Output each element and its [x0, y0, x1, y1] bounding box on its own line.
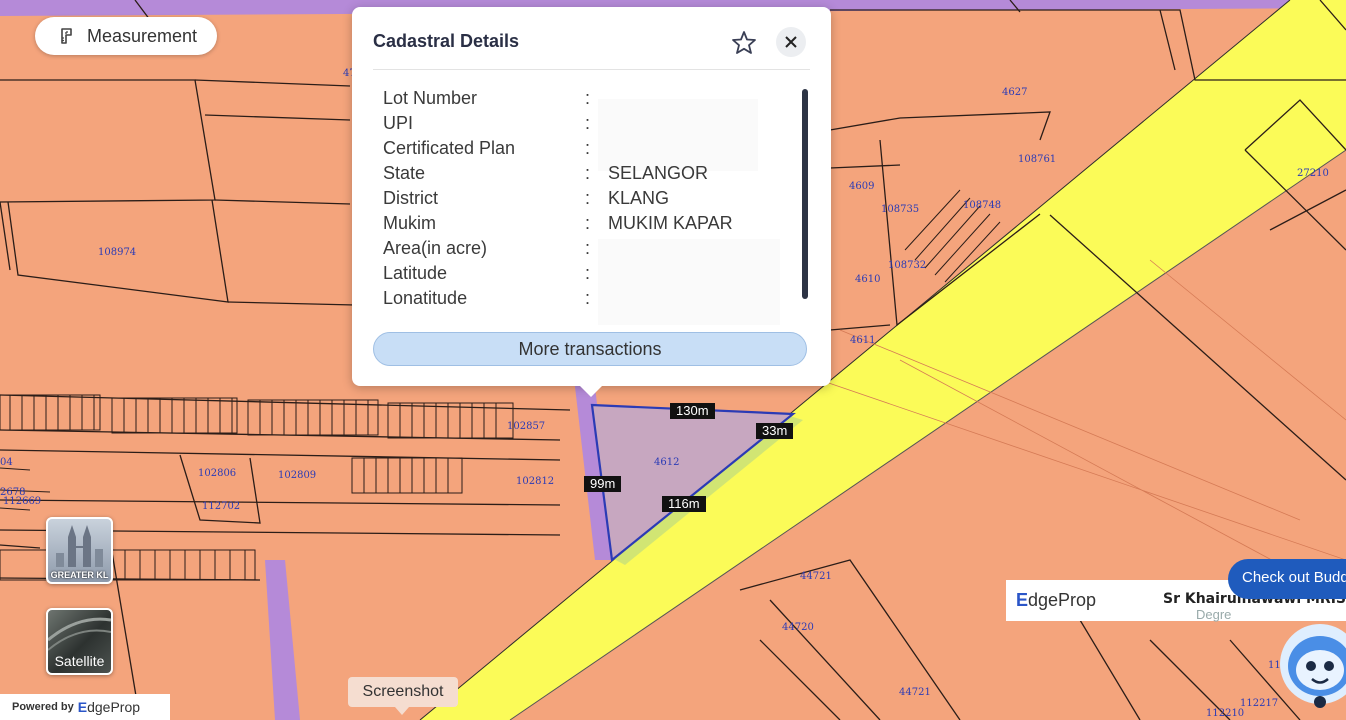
measurement-button[interactable]: Measurement	[35, 17, 217, 55]
lot-label: 108735	[881, 204, 919, 215]
detail-key: State	[383, 163, 426, 183]
lot-label: 108761	[1018, 154, 1056, 165]
lot-label: 44721	[800, 571, 832, 582]
lot-label: 4610	[855, 274, 880, 285]
redacted-values-block	[598, 239, 780, 325]
twin-towers-icon	[56, 525, 103, 567]
lot-label: 108974	[98, 247, 136, 258]
detail-separator: :	[585, 263, 591, 283]
detail-key: Certificated Plan	[383, 138, 516, 158]
detail-separator: :	[585, 138, 591, 158]
popup-title: Cadastral Details	[373, 31, 520, 51]
edgeprop-logo: EdgeProp	[1016, 590, 1097, 610]
dimension-label-bottom: 116m	[662, 496, 706, 512]
detail-key: Lonatitude	[383, 288, 468, 308]
detail-separator: :	[585, 163, 591, 183]
detail-key: Mukim	[383, 213, 436, 233]
lot-label: 112702	[202, 501, 240, 512]
lot-label: 112210	[1206, 708, 1244, 719]
lot-label: 44721	[899, 687, 931, 698]
detail-value: KLANG	[608, 188, 670, 208]
cadastral-details-popup: Cadastral Details Lot Number : UPI : Cer…	[352, 7, 831, 397]
lot-label: 108748	[963, 200, 1001, 211]
screenshot-button[interactable]: Screenshot	[348, 677, 458, 715]
lot-label: 04	[0, 457, 13, 468]
lot-label: 4612	[654, 457, 679, 468]
lot-label: 27210	[1297, 168, 1329, 179]
lot-label: 102809	[278, 470, 316, 481]
detail-key: District	[383, 188, 438, 208]
dimension-label-left: 99m	[584, 476, 622, 492]
degree-label: Degre	[1196, 607, 1232, 622]
powered-by-badge: Powered by EdgeProp	[0, 694, 170, 720]
details-scrollbar[interactable]	[802, 89, 808, 299]
greater-kl-label: GREATER KL	[50, 570, 109, 580]
detail-separator: :	[585, 288, 591, 308]
lot-label: 4609	[849, 181, 874, 192]
chatbot-avatar-icon[interactable]	[1276, 616, 1346, 710]
satellite-label: Satellite	[54, 653, 105, 669]
ruler-icon	[61, 28, 72, 44]
greater-kl-layer-button[interactable]: GREATER KL	[46, 517, 113, 584]
popup-divider	[373, 69, 810, 70]
detail-value: MUKIM KAPAR	[608, 213, 733, 233]
detail-key: Lot Number	[383, 88, 478, 108]
favorite-star-icon[interactable]	[730, 29, 758, 57]
detail-value: SELANGOR	[608, 163, 709, 183]
measurement-label: Measurement	[87, 25, 198, 46]
satellite-layer-button[interactable]: Satellite	[46, 608, 113, 675]
close-icon	[785, 36, 797, 48]
detail-separator: :	[585, 238, 591, 258]
detail-key: UPI	[383, 113, 414, 133]
lot-label: 112669	[3, 496, 41, 507]
lot-label: 108732	[888, 260, 926, 271]
dimension-label-right: 33m	[756, 423, 794, 439]
detail-key: Area(in acre)	[383, 238, 488, 258]
lot-label: 102857	[507, 421, 545, 432]
powered-by-label: Powered by	[12, 701, 74, 713]
detail-key: Latitude	[383, 263, 448, 283]
close-button[interactable]	[776, 27, 806, 57]
dimension-label-top: 130m	[670, 403, 715, 419]
lot-label: 4627	[1002, 87, 1027, 98]
lot-label: 4611	[850, 335, 875, 346]
detail-separator: :	[585, 188, 591, 208]
lot-label: 112217	[1240, 698, 1278, 709]
detail-separator: :	[585, 113, 591, 133]
detail-separator: :	[585, 213, 591, 233]
edgeprop-logo: EdgeProp	[77, 699, 141, 715]
lot-label: 102812	[516, 476, 554, 487]
more-transactions-button[interactable]: More transactions	[373, 332, 807, 366]
detail-separator: :	[585, 88, 591, 108]
chat-prompt-bubble[interactable]: Check out Budd	[1228, 559, 1346, 599]
redacted-values-block	[598, 99, 758, 171]
lot-label: 102806	[198, 468, 236, 479]
satellite-thumbnail-icon	[48, 617, 111, 651]
lot-label: 44720	[782, 622, 814, 633]
